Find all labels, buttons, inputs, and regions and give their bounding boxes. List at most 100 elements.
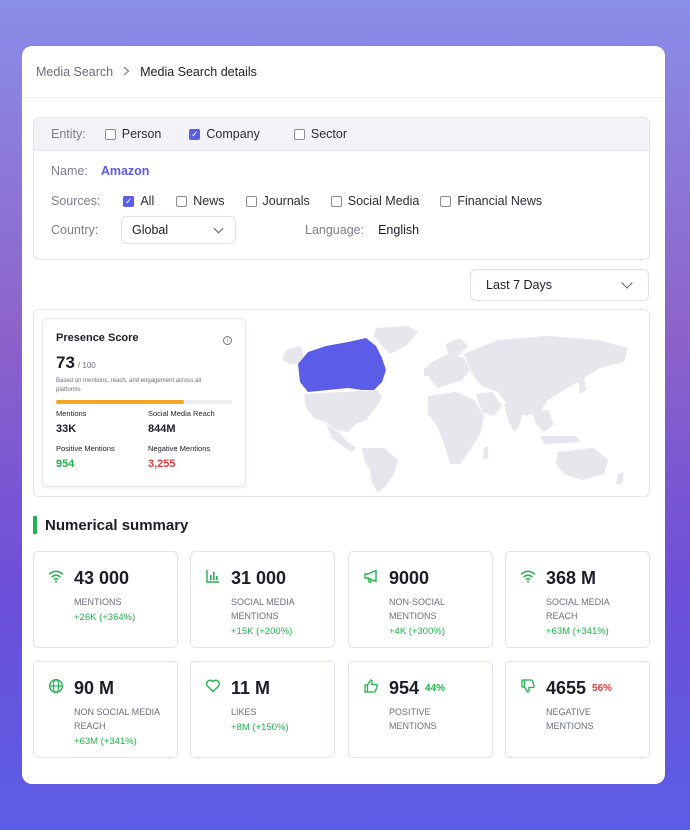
main-card: Media Search Media Search details Entity… (22, 46, 665, 784)
metric-reach: Social Media Reach 844M (148, 409, 240, 435)
stat-card-non-social-reach[interactable]: 90 M NON SOCIAL MEDIA REACH +63M (+341%) (33, 661, 178, 758)
highlighted-region-canada[interactable] (298, 338, 386, 392)
wifi-icon (48, 570, 64, 583)
source-news-checkbox[interactable]: News (176, 194, 225, 208)
source-journals-checkbox[interactable]: Journals (245, 194, 310, 208)
thumbs-down-icon (521, 679, 535, 693)
thumbs-up-icon (364, 679, 378, 693)
metric-label: Positive Mentions (56, 444, 115, 453)
megaphone-icon (364, 569, 377, 583)
presence-score-value: 73/ 100 (56, 353, 232, 373)
period-select[interactable]: Last 7 Days (470, 269, 649, 301)
stat-caption-line: REACH (546, 611, 578, 621)
sources-row: Sources: ✓ All News Journals Social Medi… (51, 194, 542, 208)
stat-caption: MENTIONS (74, 595, 174, 609)
stat-card-likes[interactable]: 11 M LIKES +8M (+150%) (190, 661, 335, 758)
stat-value: 43 000 (74, 568, 130, 588)
stat-caption: POSITIVE MENTIONS (389, 705, 489, 733)
entity-person-checkbox[interactable]: Person (104, 127, 161, 141)
stat-caption-line: SOCIAL MEDIA (231, 597, 295, 607)
numerical-summary-title: Numerical summary (33, 516, 188, 534)
chevron-right-icon (123, 65, 130, 79)
stat-card-positive-mentions[interactable]: 954 44% POSITIVE MENTIONS (348, 661, 493, 758)
stat-delta: +63M (+341%) (546, 626, 609, 637)
language-row: Language: English (305, 223, 419, 237)
stat-percentage: 56% (592, 683, 613, 694)
language-value[interactable]: English (378, 223, 419, 237)
breadcrumb-media-search[interactable]: Media Search (36, 65, 113, 79)
presence-score-title: Presence Score (56, 332, 139, 344)
stat-card-social-media-reach[interactable]: 368 M SOCIAL MEDIA REACH +63M (+341%) (505, 551, 650, 648)
stat-caption-line: NON SOCIAL MEDIA (74, 707, 161, 717)
source-all-checkbox[interactable]: ✓ All (123, 194, 154, 208)
metric-negative: Negative Mentions 3,255 (148, 444, 240, 470)
name-value[interactable]: Amazon (101, 164, 150, 178)
breadcrumb-current: Media Search details (140, 64, 257, 79)
wifi-icon (520, 570, 536, 583)
country-label: Country: (51, 223, 99, 237)
stat-caption: NEGATIVE MENTIONS (546, 705, 646, 733)
stat-value: 4655 (546, 678, 587, 698)
checkbox-checked-icon: ✓ (123, 195, 135, 207)
stat-card-negative-mentions[interactable]: 4655 56% NEGATIVE MENTIONS (505, 661, 650, 758)
stat-value-wrap: 954 44% (389, 678, 445, 699)
stat-caption: NON SOCIAL MEDIA REACH (74, 705, 174, 733)
score-number: 73 (56, 353, 75, 372)
stat-delta: +26K (+364%) (74, 612, 136, 623)
entity-sector-checkbox[interactable]: Sector (293, 127, 347, 141)
stat-caption-line: POSITIVE (389, 707, 431, 717)
checkbox-checked-icon: ✓ (189, 128, 201, 140)
stat-caption-line: SOCIAL MEDIA (546, 597, 610, 607)
checkbox-icon (245, 195, 257, 207)
stat-value-wrap: 4655 56% (546, 678, 612, 699)
chevron-down-icon (621, 277, 633, 289)
source-journals-label: Journals (262, 194, 310, 208)
world-map[interactable] (278, 324, 638, 494)
bar-chart-icon (206, 570, 219, 583)
chevron-down-icon (213, 223, 224, 233)
source-social-media-checkbox[interactable]: Social Media (330, 194, 420, 208)
entity-row: Entity: Person ✓ Company Sector (34, 118, 649, 151)
metric-label: Mentions (56, 409, 87, 418)
section-title-text: Numerical summary (45, 516, 189, 534)
stat-delta: +63M (+341%) (74, 736, 137, 747)
section-accent (33, 516, 37, 534)
presence-progress-fill (56, 400, 185, 404)
presence-map-panel: Presence Score i 73/ 100 Based on mentio… (33, 309, 650, 497)
stat-caption-line: NON-SOCIAL (389, 597, 446, 607)
stat-caption: SOCIAL MEDIA MENTIONS (231, 595, 331, 623)
breadcrumb: Media Search Media Search details (22, 46, 665, 98)
metric-label: Negative Mentions (148, 444, 211, 453)
search-filters: Entity: Person ✓ Company Sector Name: Am… (33, 117, 650, 260)
stat-caption-line: MENTIONS (389, 721, 437, 731)
stat-delta: +8M (+150%) (231, 722, 289, 733)
country-value: Global (132, 223, 169, 237)
stat-value: 9000 (389, 568, 430, 588)
sources-label: Sources: (51, 194, 101, 208)
source-social-media-label: Social Media (347, 194, 420, 208)
checkbox-icon (176, 195, 188, 207)
metric-label: Social Media Reach (148, 409, 215, 418)
country-select[interactable]: Global (121, 216, 236, 244)
metric-value: 33K (56, 423, 77, 435)
stat-delta: +15K (+200%) (231, 626, 293, 637)
entity-company-label: Company (206, 127, 260, 141)
source-financial-news-checkbox[interactable]: Financial News (440, 194, 542, 208)
source-news-label: News (193, 194, 225, 208)
metric-positive: Positive Mentions 954 (56, 444, 148, 470)
info-icon[interactable]: i (223, 336, 232, 345)
stat-card-non-social-mentions[interactable]: 9000 NON-SOCIAL MENTIONS +4K (+300%) (348, 551, 493, 648)
name-row: Name: Amazon (51, 164, 149, 178)
checkbox-icon (330, 195, 342, 207)
presence-progress-bar (56, 400, 232, 404)
checkbox-icon (104, 128, 116, 140)
entity-company-checkbox[interactable]: ✓ Company (189, 127, 260, 141)
metric-mentions: Mentions 33K (56, 409, 148, 435)
entity-label: Entity: (51, 127, 86, 141)
heart-icon (205, 679, 221, 693)
metric-value: 844M (148, 423, 176, 435)
stat-value: 368 M (546, 568, 597, 588)
stat-card-mentions[interactable]: 43 000 MENTIONS +26K (+364%) (33, 551, 178, 648)
stat-value: 11 M (231, 678, 271, 698)
stat-card-social-media-mentions[interactable]: 31 000 SOCIAL MEDIA MENTIONS +15K (+200%) (190, 551, 335, 648)
